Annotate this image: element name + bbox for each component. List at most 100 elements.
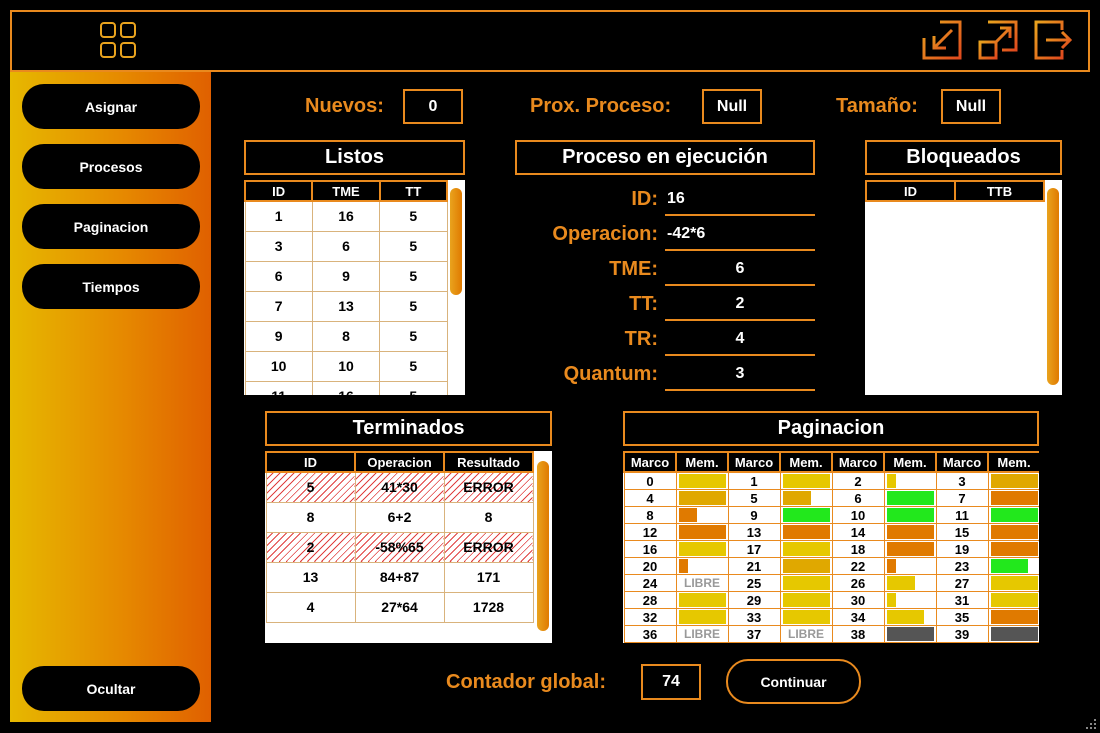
frame-memory: [883, 506, 937, 524]
nuevos-value: 0: [403, 89, 463, 124]
frame-memory-bar: [886, 542, 934, 556]
ejecucion-value: 6: [665, 254, 815, 286]
listos-scrollbar[interactable]: [450, 188, 462, 295]
frame-memory-bar: [782, 525, 830, 539]
frame-memory: [883, 489, 937, 507]
frame-number: 37: [727, 625, 781, 643]
frame-number: 6: [831, 489, 885, 507]
tamano-label: Tamaño:: [836, 95, 918, 117]
listos-col-tt: TT: [378, 180, 449, 202]
frame-memory: [883, 540, 937, 558]
contador-global-label: Contador global:: [446, 671, 606, 693]
terminados-row: 5 41*30 ERROR: [265, 471, 534, 503]
minimize-icon[interactable]: [922, 20, 962, 60]
listos-row: 11165: [244, 380, 448, 395]
frame-number: 26: [831, 574, 885, 592]
frame-number: 1: [727, 471, 781, 490]
frame-memory: [883, 523, 937, 541]
terminados-cell-res: ERROR: [443, 471, 534, 503]
frame-memory: [675, 591, 729, 609]
exit-icon[interactable]: [1034, 20, 1074, 60]
frame-memory: [779, 557, 833, 575]
ejecucion-label: TT:: [629, 293, 658, 315]
paginacion-row: 4 5 6 7: [623, 489, 1039, 507]
ejecucion-value: 16: [665, 184, 815, 216]
listos-cell-tt: 5: [379, 200, 448, 232]
frame-libre-label: LIBRE: [684, 627, 720, 641]
frame-memory-bar: [782, 508, 830, 522]
ejecucion-title: Proceso en ejecución: [515, 140, 815, 175]
frame-memory: [987, 574, 1039, 592]
ejecucion-value: 3: [665, 359, 815, 391]
frame-memory-bar: [990, 610, 1038, 624]
frame-number: 30: [831, 591, 885, 609]
paginacion-col-mem: Mem.: [779, 451, 833, 473]
paginacion-col-mem: Mem.: [675, 451, 729, 473]
frame-memory-bar: [886, 610, 925, 624]
terminados-col-resultado: Resultado: [443, 451, 534, 473]
frame-number: 2: [831, 471, 885, 490]
frame-number: 24: [623, 574, 677, 592]
frame-memory-bar: [678, 559, 688, 573]
frame-memory-bar: [990, 491, 1038, 505]
listos-cell-id: 9: [244, 320, 313, 352]
paginacion-row: 16 17 18 19: [623, 540, 1039, 558]
terminados-row: 8 6+2 8: [265, 501, 534, 533]
frame-number: 35: [935, 608, 989, 626]
frame-number: 18: [831, 540, 885, 558]
paginacion-row: 12 13 14 15: [623, 523, 1039, 541]
frame-memory-bar: [990, 627, 1038, 641]
prox-proceso-value: Null: [702, 89, 762, 124]
paginacion-panel: Marco Mem. Marco Mem. Marco Mem. Marco Mem. 012…: [623, 451, 1039, 643]
terminados-row: 4 27*64 1728: [265, 591, 534, 623]
frame-memory-bar: [678, 593, 726, 607]
frame-number: 27: [935, 574, 989, 592]
frame-memory: [779, 540, 833, 558]
listos-cell-tme: 13: [311, 290, 381, 322]
frame-number: 29: [727, 591, 781, 609]
frame-number: 34: [831, 608, 885, 626]
frame-memory: [779, 489, 833, 507]
prox-proceso-label: Prox. Proceso:: [530, 95, 672, 117]
frame-memory: LIBRE: [675, 625, 729, 643]
frame-memory: [675, 489, 729, 507]
listos-cell-tme: 8: [311, 320, 381, 352]
tamano-value: Null: [941, 89, 1001, 124]
listos-cell-tt: 5: [379, 260, 448, 292]
frame-memory-bar: [990, 474, 1038, 488]
bloqueados-scrollbar[interactable]: [1047, 188, 1059, 385]
frame-memory-bar: [678, 491, 726, 505]
frame-memory-bar: [782, 542, 830, 556]
frame-memory: [675, 540, 729, 558]
sidebar-item-asignar[interactable]: Asignar: [22, 84, 200, 129]
terminados-cell-id: 8: [265, 501, 356, 533]
terminados-title: Terminados: [265, 411, 552, 446]
continuar-button[interactable]: Continuar: [726, 659, 861, 704]
frame-memory-bar: [990, 559, 1029, 573]
maximize-icon[interactable]: [978, 20, 1018, 60]
frame-memory-bar: [886, 491, 934, 505]
sidebar-item-tiempos[interactable]: Tiempos: [22, 264, 200, 309]
frame-memory-bar: [782, 576, 830, 590]
listos-cell-id: 10: [244, 350, 313, 382]
sidebar-item-paginacion[interactable]: Paginacion: [22, 204, 200, 249]
terminados-scrollbar[interactable]: [537, 461, 549, 631]
frame-memory: [675, 608, 729, 626]
listos-title: Listos: [244, 140, 465, 175]
menu-grid-icon[interactable]: [100, 22, 140, 60]
terminados-cell-res: 1728: [443, 591, 534, 623]
resize-grip-icon[interactable]: [1086, 719, 1096, 729]
frame-memory-bar: [990, 576, 1038, 590]
frame-number: 8: [623, 506, 677, 524]
paginacion-row: 8 9 10 11: [623, 506, 1039, 524]
frame-memory: [987, 591, 1039, 609]
listos-row: 365: [244, 230, 448, 262]
sidebar-item-procesos[interactable]: Procesos: [22, 144, 200, 189]
frame-number: 11: [935, 506, 989, 524]
frame-number: 28: [623, 591, 677, 609]
hide-sidebar-button[interactable]: Ocultar: [22, 666, 200, 711]
terminados-col-operacion: Operacion: [354, 451, 445, 473]
frame-memory: [675, 471, 729, 490]
frame-number: 5: [727, 489, 781, 507]
frame-number: 39: [935, 625, 989, 643]
